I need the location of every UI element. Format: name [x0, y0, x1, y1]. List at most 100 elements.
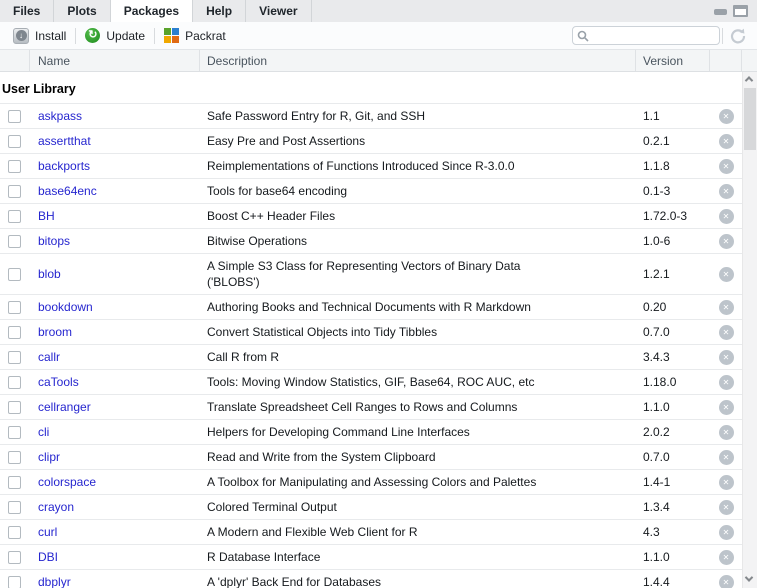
- package-name-link[interactable]: crayon: [30, 500, 200, 514]
- package-name-link[interactable]: clipr: [30, 450, 200, 464]
- remove-package-icon[interactable]: ✕: [719, 300, 734, 315]
- table-header: Name Description Version: [0, 50, 757, 72]
- scroll-up-icon[interactable]: [746, 76, 754, 84]
- remove-package-icon[interactable]: ✕: [719, 234, 734, 249]
- package-name-link[interactable]: base64enc: [30, 184, 200, 198]
- header-version[interactable]: Version: [636, 50, 710, 71]
- remove-package-icon[interactable]: ✕: [719, 267, 734, 282]
- package-description: Tools for base64 encoding: [200, 179, 636, 203]
- package-name-link[interactable]: dbplyr: [30, 575, 200, 588]
- package-name-link[interactable]: blob: [30, 267, 200, 281]
- remove-package-icon[interactable]: ✕: [719, 425, 734, 440]
- packrat-button[interactable]: Packrat: [157, 28, 233, 43]
- package-checkbox[interactable]: [8, 401, 21, 414]
- remove-package-icon[interactable]: ✕: [719, 375, 734, 390]
- remove-package-icon[interactable]: ✕: [719, 525, 734, 540]
- remove-package-icon[interactable]: ✕: [719, 500, 734, 515]
- package-checkbox[interactable]: [8, 110, 21, 123]
- package-checkbox[interactable]: [8, 235, 21, 248]
- package-version: 0.20: [636, 300, 710, 314]
- remove-package-icon[interactable]: ✕: [719, 159, 734, 174]
- package-checkbox[interactable]: [8, 501, 21, 514]
- package-name-link[interactable]: assertthat: [30, 134, 200, 148]
- package-name-link[interactable]: BH: [30, 209, 200, 223]
- package-version: 1.1: [636, 109, 710, 123]
- package-checkbox[interactable]: [8, 376, 21, 389]
- package-row: askpass Safe Password Entry for R, Git, …: [0, 103, 742, 128]
- remove-package-icon[interactable]: ✕: [719, 134, 734, 149]
- package-name-link[interactable]: broom: [30, 325, 200, 339]
- remove-package-icon[interactable]: ✕: [719, 109, 734, 124]
- package-name-link[interactable]: curl: [30, 525, 200, 539]
- package-checkbox[interactable]: [8, 135, 21, 148]
- package-checkbox[interactable]: [8, 268, 21, 281]
- package-checkbox[interactable]: [8, 426, 21, 439]
- tabbar-spacer: [312, 0, 714, 22]
- package-name-link[interactable]: backports: [30, 159, 200, 173]
- package-name-link[interactable]: askpass: [30, 109, 200, 123]
- remove-package-icon[interactable]: ✕: [719, 575, 734, 588]
- install-icon: ↓: [13, 28, 29, 44]
- remove-package-icon[interactable]: ✕: [719, 325, 734, 340]
- package-row: caTools Tools: Moving Window Statistics,…: [0, 369, 742, 394]
- package-checkbox[interactable]: [8, 185, 21, 198]
- package-row: cli Helpers for Developing Command Line …: [0, 419, 742, 444]
- tab-files[interactable]: Files: [0, 0, 54, 22]
- remove-package-icon[interactable]: ✕: [719, 550, 734, 565]
- package-checkbox[interactable]: [8, 526, 21, 539]
- package-version: 1.72.0-3: [636, 209, 710, 223]
- header-name[interactable]: Name: [30, 50, 200, 71]
- remove-package-icon[interactable]: ✕: [719, 475, 734, 490]
- tab-plots[interactable]: Plots: [54, 0, 110, 22]
- package-checkbox[interactable]: [8, 210, 21, 223]
- package-checkbox[interactable]: [8, 351, 21, 364]
- tab-help[interactable]: Help: [193, 0, 246, 22]
- vertical-scrollbar[interactable]: [742, 72, 757, 588]
- package-name-link[interactable]: bitops: [30, 234, 200, 248]
- package-name-link[interactable]: DBI: [30, 550, 200, 564]
- package-name-link[interactable]: bookdown: [30, 300, 200, 314]
- package-name-link[interactable]: colorspace: [30, 475, 200, 489]
- install-button[interactable]: ↓ Install: [6, 28, 73, 44]
- package-name-link[interactable]: caTools: [30, 375, 200, 389]
- package-name-link[interactable]: callr: [30, 350, 200, 364]
- package-checkbox[interactable]: [8, 451, 21, 464]
- package-version: 1.4.4: [636, 575, 710, 588]
- minimize-icon[interactable]: [714, 9, 727, 15]
- package-checkbox[interactable]: [8, 301, 21, 314]
- search-input[interactable]: [592, 29, 715, 43]
- package-description: Safe Password Entry for R, Git, and SSH: [200, 104, 636, 128]
- update-button[interactable]: ↻ Update: [78, 28, 152, 43]
- remove-package-icon[interactable]: ✕: [719, 184, 734, 199]
- package-row: base64enc Tools for base64 encoding 0.1-…: [0, 178, 742, 203]
- package-checkbox[interactable]: [8, 551, 21, 564]
- package-description: Tools: Moving Window Statistics, GIF, Ba…: [200, 370, 636, 394]
- package-checkbox[interactable]: [8, 476, 21, 489]
- remove-package-icon[interactable]: ✕: [719, 209, 734, 224]
- package-version: 1.18.0: [636, 375, 710, 389]
- package-name-link[interactable]: cli: [30, 425, 200, 439]
- package-version: 1.1.0: [636, 400, 710, 414]
- package-checkbox[interactable]: [8, 160, 21, 173]
- header-description[interactable]: Description: [200, 50, 636, 71]
- package-row: bookdown Authoring Books and Technical D…: [0, 294, 742, 319]
- maximize-icon[interactable]: [733, 5, 748, 17]
- remove-package-icon[interactable]: ✕: [719, 350, 734, 365]
- refresh-icon[interactable]: [729, 27, 747, 45]
- package-checkbox[interactable]: [8, 326, 21, 339]
- tab-viewer[interactable]: Viewer: [246, 0, 311, 22]
- tab-packages[interactable]: Packages: [111, 0, 193, 22]
- package-checkbox[interactable]: [8, 576, 21, 588]
- scrollbar-thumb[interactable]: [744, 88, 756, 150]
- package-description: Translate Spreadsheet Cell Ranges to Row…: [200, 395, 636, 419]
- remove-package-icon[interactable]: ✕: [719, 450, 734, 465]
- package-name-link[interactable]: cellranger: [30, 400, 200, 414]
- package-description: Boost C++ Header Files: [200, 204, 636, 228]
- package-version: 2.0.2: [636, 425, 710, 439]
- package-description: Colored Terminal Output: [200, 495, 636, 519]
- packrat-icon: [164, 28, 179, 43]
- package-version: 1.0-6: [636, 234, 710, 248]
- remove-package-icon[interactable]: ✕: [719, 400, 734, 415]
- scroll-down-icon[interactable]: [746, 576, 754, 584]
- package-row: colorspace A Toolbox for Manipulating an…: [0, 469, 742, 494]
